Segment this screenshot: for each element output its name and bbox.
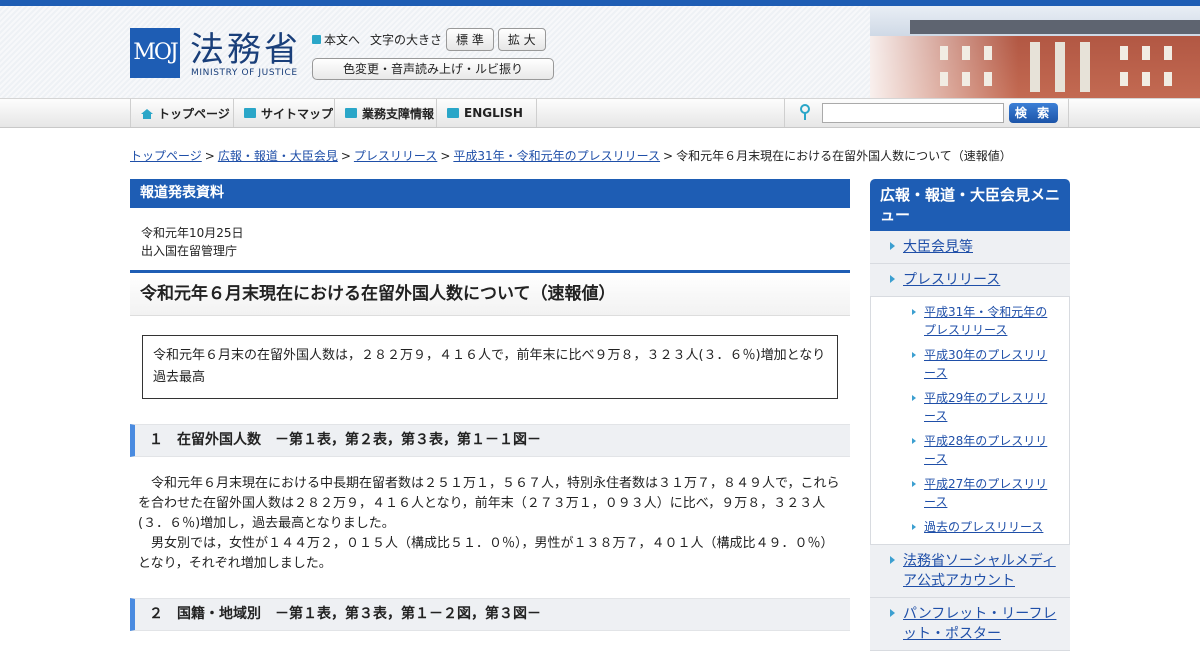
window bbox=[940, 46, 948, 60]
nav-item-english[interactable]: ENGLISH bbox=[436, 99, 537, 127]
sidebar-subitem-archive[interactable]: 過去のプレスリリース bbox=[871, 515, 1069, 540]
breadcrumb-current: 令和元年６月末現在における在留外国人数について（速報値） bbox=[676, 149, 1012, 163]
window bbox=[1164, 72, 1172, 86]
logo-title[interactable]: 法務省 bbox=[190, 22, 301, 71]
skip-to-content-link[interactable]: 本文へ bbox=[312, 31, 360, 48]
window bbox=[962, 72, 970, 86]
logo-subtitle: MINISTRY OF JUSTICE bbox=[191, 68, 298, 78]
window bbox=[962, 46, 970, 60]
utility-row: 本文へ 文字の大きさ 標 準 拡 大 bbox=[312, 27, 550, 51]
window bbox=[1120, 46, 1128, 60]
sidebar-subitem-label[interactable]: 平成29年のプレスリリース bbox=[924, 391, 1047, 423]
breadcrumb-separator: > bbox=[663, 149, 674, 163]
paragraph: 令和元年６月末現在における中長期在留者数は２５１万１，５６７人，特別永住者数は３… bbox=[138, 476, 840, 531]
sidebar-item-minister-briefing[interactable]: 大臣会見等 bbox=[870, 231, 1070, 264]
sidebar-subitem-label[interactable]: 平成28年のプレスリリース bbox=[924, 434, 1047, 466]
sidebar-subitem-2017[interactable]: 平成29年のプレスリリース bbox=[871, 386, 1069, 429]
summary-box: 令和元年６月末の在留外国人数は，２８２万９，４１６人で，前年末に比べ９万８，３２… bbox=[142, 335, 838, 399]
press-release-sublist: 平成31年・令和元年のプレスリリース 平成30年のプレスリリース 平成29年のプ… bbox=[870, 297, 1070, 545]
roof bbox=[910, 20, 1200, 34]
window bbox=[1120, 72, 1128, 86]
sidebar-menu: 広報・報道・大臣会見メニュー 大臣会見等 プレスリリース 平成31年・令和元年の… bbox=[870, 179, 1070, 651]
window bbox=[940, 72, 948, 86]
window bbox=[1164, 46, 1172, 60]
sidebar-subitem-2016[interactable]: 平成28年のプレスリリース bbox=[871, 429, 1069, 472]
sidebar-item-social-media[interactable]: 法務省ソーシャルメディア公式アカウント bbox=[870, 545, 1070, 598]
page-title: 令和元年６月末現在における在留外国人数について（速報値） bbox=[130, 270, 850, 316]
sidebar-title: 広報・報道・大臣会見メニュー bbox=[870, 179, 1070, 231]
skip-link-label: 本文へ bbox=[324, 32, 361, 47]
release-date: 令和元年10月25日 bbox=[141, 226, 244, 240]
search-button[interactable]: 検 索 bbox=[1009, 103, 1058, 123]
sitemap-icon bbox=[244, 108, 256, 118]
sidebar-item-pamphlets[interactable]: パンフレット・リーフレット・ポスター bbox=[870, 598, 1070, 651]
section-1-body: 令和元年６月末現在における中長期在留者数は２５１万１，５６７人，特別永住者数は３… bbox=[130, 474, 850, 574]
sidebar-item-label[interactable]: パンフレット・リーフレット・ポスター bbox=[903, 606, 1056, 642]
sidebar-subitem-label[interactable]: 平成27年のプレスリリース bbox=[924, 477, 1047, 509]
paragraph: 男女別では，女性が１４４万２，０１５人（構成比５１．０％），男性が１３８万７，４… bbox=[138, 536, 834, 571]
globe-icon bbox=[447, 108, 459, 118]
main-content: 報道発表資料 令和元年10月25日 出入国在留管理庁 令和元年６月末現在における… bbox=[130, 179, 850, 631]
section-heading-2: ２ 国籍・地域別 －第１表，第３表，第１－２図，第３図－ bbox=[130, 598, 850, 631]
column bbox=[1055, 42, 1065, 92]
section-heading-1: １ 在留外国人数 －第１表，第２表，第３表，第１－１図－ bbox=[130, 424, 850, 457]
building-photo bbox=[870, 6, 1200, 98]
nav-item-label: ENGLISH bbox=[464, 106, 523, 120]
breadcrumb-link-top[interactable]: トップページ bbox=[130, 149, 202, 163]
sidebar-subitem-2019[interactable]: 平成31年・令和元年のプレスリリース bbox=[871, 300, 1069, 343]
search-pin-icon bbox=[800, 104, 810, 120]
sidebar-item-label[interactable]: 法務省ソーシャルメディア公式アカウント bbox=[903, 553, 1056, 589]
sidebar-item-label[interactable]: 大臣会見等 bbox=[903, 239, 973, 255]
breadcrumb-separator: > bbox=[440, 149, 451, 163]
nav-item-top[interactable]: トップページ bbox=[130, 99, 233, 127]
global-nav: トップページ サイトマップ 業務支障情報 ENGLISH 検 索 bbox=[0, 98, 1200, 128]
nav-item-label: サイトマップ bbox=[261, 106, 334, 121]
breadcrumb-link-press[interactable]: 広報・報道・大臣会見 bbox=[218, 149, 338, 163]
window bbox=[1142, 46, 1150, 60]
breadcrumb-separator: > bbox=[204, 149, 215, 163]
sidebar-subitem-label[interactable]: 平成31年・令和元年のプレスリリース bbox=[924, 305, 1047, 337]
accessibility-button[interactable]: 色変更・音声読み上げ・ルビ振り bbox=[312, 58, 554, 80]
sidebar-subitem-2018[interactable]: 平成30年のプレスリリース bbox=[871, 343, 1069, 386]
sidebar-subitem-label[interactable]: 過去のプレスリリース bbox=[924, 520, 1043, 534]
window bbox=[984, 72, 992, 86]
sidebar-item-label[interactable]: プレスリリース bbox=[903, 272, 1000, 288]
nav-item-service-info[interactable]: 業務支障情報 bbox=[334, 99, 436, 127]
nav-item-label: 業務支障情報 bbox=[362, 106, 435, 121]
font-size-label: 文字の大きさ bbox=[370, 32, 443, 47]
sidebar-item-press-release[interactable]: プレスリリース bbox=[870, 264, 1070, 297]
breadcrumb: トップページ > 広報・報道・大臣会見 > プレスリリース > 平成31年・令和元年のプレス… bbox=[130, 147, 1012, 164]
release-agency: 出入国在留管理庁 bbox=[141, 244, 238, 258]
nav-item-label: トップページ bbox=[158, 106, 230, 121]
column bbox=[1030, 42, 1040, 92]
font-standard-button[interactable]: 標 準 bbox=[446, 27, 494, 51]
info-icon bbox=[345, 108, 357, 118]
font-large-button[interactable]: 拡 大 bbox=[497, 27, 546, 51]
search-input[interactable] bbox=[822, 103, 1004, 123]
nav-divider bbox=[784, 99, 785, 127]
section-label: 報道発表資料 bbox=[130, 179, 850, 208]
breadcrumb-link-press-release[interactable]: プレスリリース bbox=[354, 149, 437, 163]
nav-item-sitemap[interactable]: サイトマップ bbox=[233, 99, 334, 127]
column bbox=[1080, 42, 1090, 92]
square-bullet-icon bbox=[312, 34, 321, 44]
window bbox=[984, 46, 992, 60]
breadcrumb-link-2019[interactable]: 平成31年・令和元年のプレスリリース bbox=[453, 149, 660, 163]
sidebar-subitem-2015[interactable]: 平成27年のプレスリリース bbox=[871, 472, 1069, 515]
moj-logo-mark[interactable]: MOJ bbox=[130, 28, 180, 78]
sidebar-subitem-label[interactable]: 平成30年のプレスリリース bbox=[924, 348, 1047, 380]
release-meta: 令和元年10月25日 出入国在留管理庁 bbox=[130, 208, 850, 260]
nav-divider bbox=[1068, 99, 1069, 127]
home-icon bbox=[141, 108, 153, 119]
window bbox=[1142, 72, 1150, 86]
breadcrumb-separator: > bbox=[340, 149, 351, 163]
